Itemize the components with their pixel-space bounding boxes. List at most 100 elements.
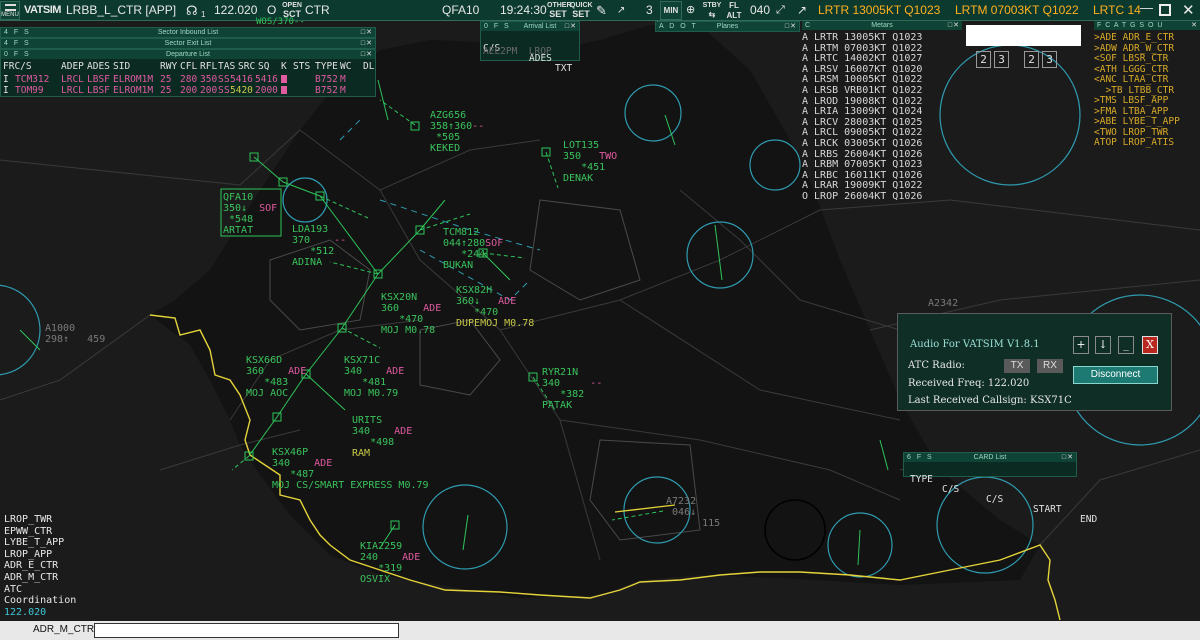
sector-exit-list[interactable]: 4 F S Sector Exit List □✕ <box>0 38 376 49</box>
row-rwy[interactable]: 25 <box>160 85 171 96</box>
list-item[interactable]: Coordination <box>4 595 76 607</box>
controller-list[interactable]: F C A T G S O U ✕ >ADE ADR_E_CTR >ADW AD… <box>1094 21 1200 151</box>
list-item[interactable]: ATC <box>4 584 22 596</box>
command-input[interactable] <box>94 623 399 638</box>
list-item[interactable]: ADR_E_CTR <box>4 560 58 572</box>
uncorrelated-tag[interactable]: A7232 046↓ 115 <box>666 496 720 529</box>
metar-row[interactable]: A LRCK 03005KT Q1026 <box>802 138 922 150</box>
selected-callsign[interactable]: QFA10 <box>442 0 479 21</box>
list-item[interactable]: LROP_APP <box>4 549 52 561</box>
row-cfl[interactable]: 200 <box>180 85 197 96</box>
scratch-box[interactable] <box>966 25 1081 46</box>
panel-controls-icon[interactable]: □✕ <box>361 28 373 37</box>
metar-row[interactable]: A LRSB VRB01KT Q1022 <box>802 85 922 97</box>
aircraft-tag[interactable]: KSX82H 360↓ ADE *470 DUPEMOJ M0.78 <box>456 285 534 329</box>
metar-row[interactable]: A LRTR 13005KT Q1023 <box>802 32 922 44</box>
controller-row[interactable]: >TMS LBSF_APP <box>1094 95 1168 107</box>
aircraft-tag[interactable]: AZG656 358↑360-- *505 KEKED <box>430 110 484 154</box>
row-sq[interactable]: 5416 <box>230 74 253 85</box>
quick-set-button[interactable]: QUICK SET <box>570 1 593 20</box>
panel-controls-icon[interactable]: □✕ <box>948 21 960 30</box>
top-metar-1[interactable]: LRTR 13005KT Q1023 <box>818 0 940 21</box>
pen-icon[interactable]: ✎ <box>596 0 607 21</box>
aircraft-tag[interactable]: KSX71C 340 ADE *481 MOJ M0.79 <box>344 355 404 399</box>
table-row[interactable]: I TCM312 LRCL LBSF ELROM1M 25 280 350 S … <box>3 74 373 85</box>
disconnect-button[interactable]: Disconnect <box>1073 366 1158 384</box>
panel-controls-icon[interactable]: □✕ <box>785 22 797 31</box>
row-sid[interactable]: ELROM1M <box>113 85 153 96</box>
metar-row[interactable]: O LROP 26004KT Q1026 <box>802 191 922 203</box>
aircraft-tag[interactable]: KSX46P 340 ADE *487 MOJ CS/SMART EXPRESS… <box>272 447 429 491</box>
counter-cell[interactable]: 2 <box>1024 51 1039 68</box>
coordination-list[interactable]: LROP_TWR EPWW_CTR LYBE_T_APP LROP_APP AD… <box>4 514 104 619</box>
window-close-icon[interactable]: ✕ <box>1182 0 1195 21</box>
controller-row[interactable]: >ADE ADR_E_CTR <box>1094 32 1174 44</box>
panel-flags[interactable]: F C A T G S O U <box>1097 21 1163 30</box>
panel-controls-icon[interactable]: ✕ <box>1191 21 1198 30</box>
uncorrelated-tag[interactable]: A1000 298↑ 459 <box>45 323 105 345</box>
menu-button[interactable]: MENU <box>0 1 20 20</box>
panel-controls-icon[interactable]: □✕ <box>361 50 373 59</box>
coordination-frequency[interactable]: 122.020 <box>4 607 46 619</box>
row-callsign[interactable]: TCM312 <box>15 74 49 85</box>
aircraft-tag[interactable]: KIA2259 240 ADE *319 OSVIX <box>360 541 420 585</box>
stby-button[interactable]: STBY ⇆ <box>702 1 722 20</box>
departure-list[interactable]: 0 F S Departure List □✕ FRC/S ADEP ADES … <box>0 49 376 97</box>
controller-row[interactable]: ATOP LROP_ATIS <box>1094 137 1174 149</box>
window-minimize-icon[interactable]: — <box>1140 0 1153 18</box>
minimize-button[interactable]: _ <box>1118 336 1134 354</box>
aircraft-tag[interactable]: LDA193 370 -- *512 ADINA <box>292 224 346 268</box>
panel-controls-icon[interactable]: □✕ <box>565 22 577 31</box>
list-item[interactable]: AEE2PM LROP <box>483 47 552 57</box>
planes-list[interactable]: A D O T Planes □✕ <box>655 21 800 32</box>
row-sq[interactable]: 5420 <box>230 85 253 96</box>
list-item[interactable]: LROP_TWR <box>4 514 52 526</box>
counter-cell[interactable]: 3 <box>1042 51 1057 68</box>
row-callsign[interactable]: TOM99 <box>15 85 44 96</box>
panel-controls-icon[interactable]: □✕ <box>1062 453 1074 462</box>
min-button[interactable]: MIN <box>660 1 682 20</box>
aircraft-tag[interactable]: LOT135 350 TWO *451 DENAK <box>563 140 617 184</box>
arrival-list[interactable]: 0 F S Arrival List □✕ C/S ADES TXT AEE2P… <box>480 21 580 74</box>
rx-button[interactable]: RX <box>1037 359 1063 373</box>
table-row[interactable]: I TOM99 LRCL LBSF ELROM1M 25 200 200 S S… <box>3 85 373 96</box>
add-button[interactable]: + <box>1073 336 1089 354</box>
panel-controls-icon[interactable]: □✕ <box>361 39 373 48</box>
controller-row[interactable]: >ABE LYBE_T_APP <box>1094 116 1180 128</box>
top-metar-3[interactable]: LRTC 14 <box>1093 0 1141 21</box>
transition-altitude[interactable]: 040 <box>750 0 770 21</box>
audio-for-vatsim-window[interactable]: Audio For VATSIM V1.8.1 + ↓ _ X ATC Radi… <box>897 313 1172 411</box>
close-button[interactable]: X <box>1142 336 1158 354</box>
metars-list[interactable]: C Metars □✕ A LRTR 13005KT Q1023 A LRTM … <box>802 21 962 206</box>
tx-button[interactable]: TX <box>1004 359 1030 373</box>
list-item[interactable]: LYBE_T_APP <box>4 537 64 549</box>
aircraft-tag[interactable]: TCM812 044↑280SOF *244 BUKAN <box>443 227 503 271</box>
vatsim-logo: VATSIM <box>24 4 61 16</box>
row-sid[interactable]: ELROM1M <box>113 74 153 85</box>
counter-cell[interactable]: 3 <box>994 51 1009 68</box>
aircraft-tag[interactable]: RYR21N 340 -- *382 PATAK <box>542 367 602 411</box>
uncorrelated-tag[interactable]: A2342 <box>928 298 958 309</box>
down-button[interactable]: ↓ <box>1095 336 1111 354</box>
position-name[interactable]: LRBB_L_CTR [APP] <box>66 0 176 21</box>
primary-frequency[interactable]: 122.020 <box>214 0 257 21</box>
sector-inbound-list[interactable]: 4 F S Sector Inbound List □✕ <box>0 27 376 38</box>
list-item[interactable]: ADR_M_CTR <box>4 572 58 584</box>
window-maximize-icon[interactable] <box>1159 4 1171 16</box>
card-list[interactable]: 6 F S CARD List □✕ TYPE C/S C/S START EN… <box>903 452 1097 525</box>
row-cfl[interactable]: 280 <box>180 74 197 85</box>
fl-alt-button[interactable]: FL ALT <box>724 1 744 21</box>
aircraft-tag[interactable]: QFA10 350↓ SOF *548 ARTAT <box>223 192 277 236</box>
list-item[interactable]: EPWW_CTR <box>4 526 52 538</box>
controller-row[interactable]: <ANC LTAA_CTR <box>1094 74 1168 86</box>
qnh-arrows-icon[interactable]: ⤢ <box>776 0 785 21</box>
scope-icon[interactable]: ⊕ <box>686 0 695 21</box>
aircraft-tag[interactable]: KSX66D 360 ADE *483 MOJ AOC <box>246 355 306 399</box>
expand-icon[interactable]: ↗ <box>617 0 625 21</box>
aircraft-tag[interactable]: KSX20N 360 ADE *470 MOJ M0.78 <box>381 292 441 336</box>
row-rwy[interactable]: 25 <box>160 74 171 85</box>
controller-row[interactable]: <SOF LBSR_CTR <box>1094 53 1168 65</box>
top-metar-2[interactable]: LRTM 07003KT Q1022 <box>955 0 1079 21</box>
other-set-button[interactable]: OTHER SET <box>547 1 572 20</box>
counter-cell[interactable]: 2 <box>976 51 991 68</box>
